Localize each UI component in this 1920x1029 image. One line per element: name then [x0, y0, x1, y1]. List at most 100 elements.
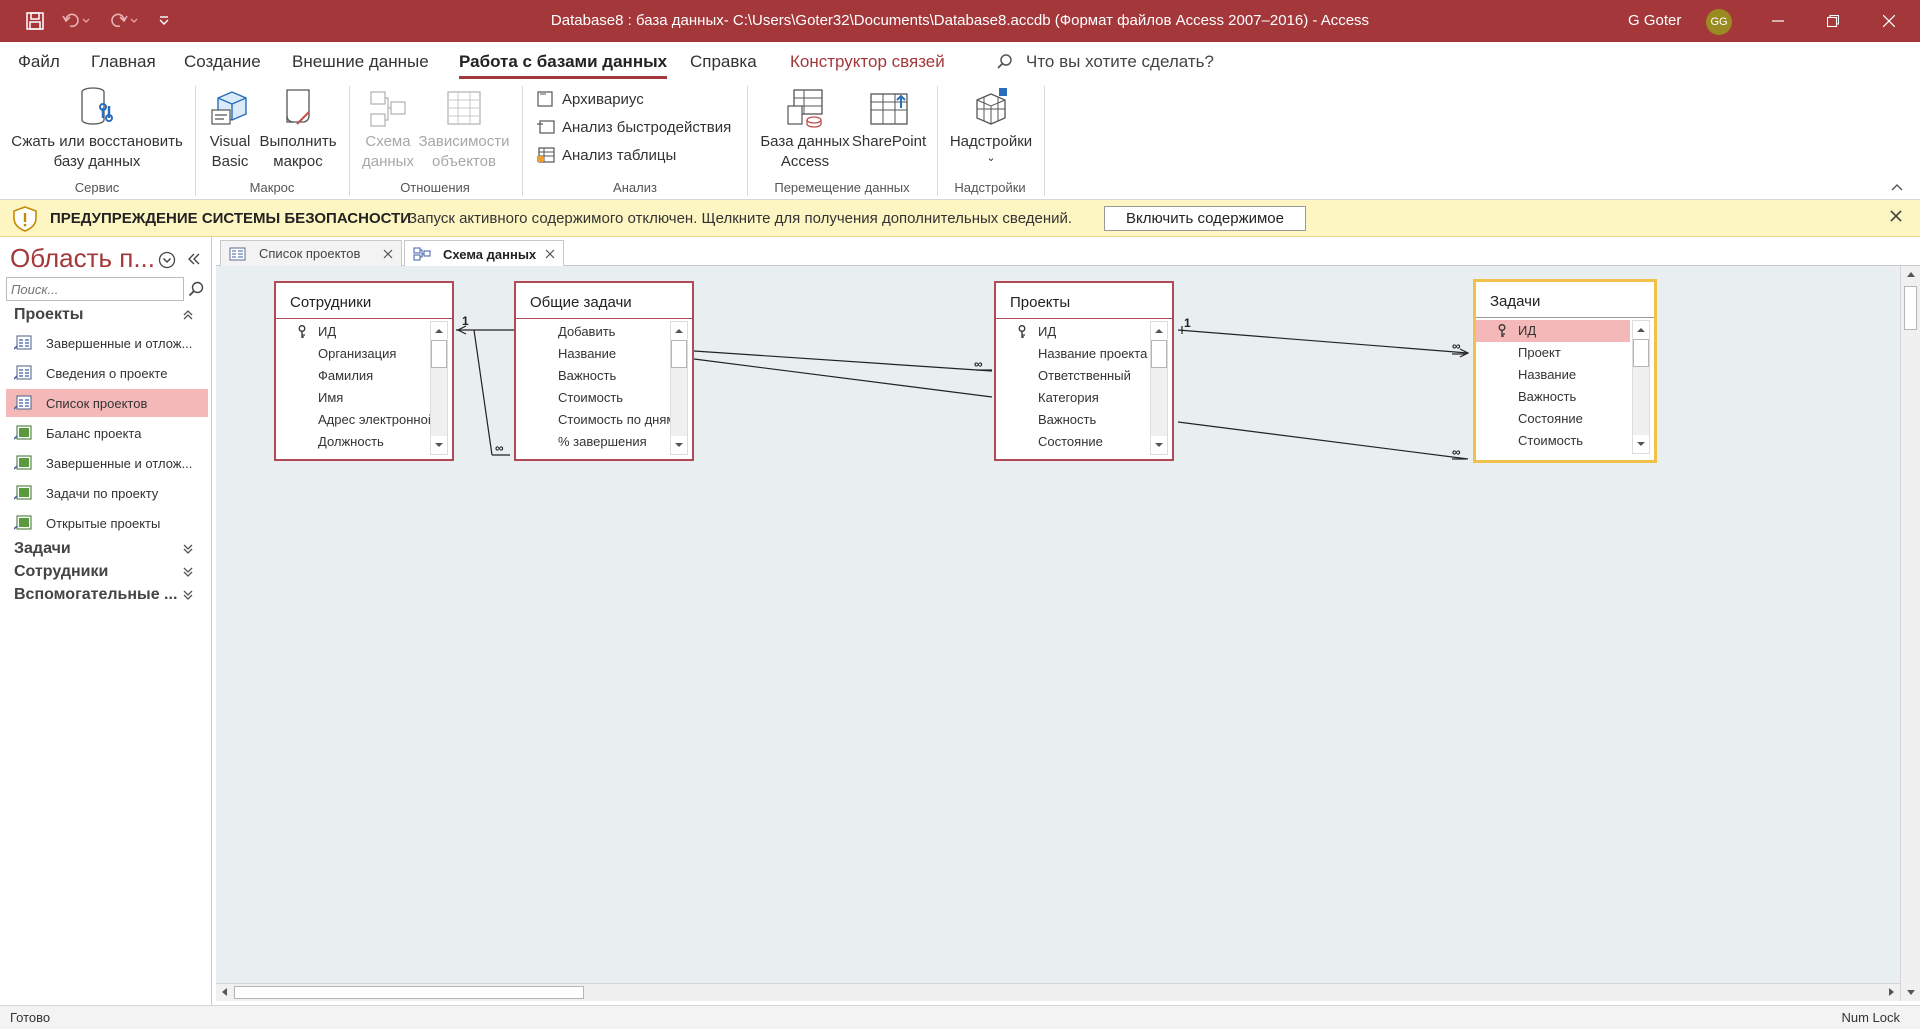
scroll-right-icon[interactable] — [1888, 987, 1896, 997]
nav-item-completed-deferred-report[interactable]: Завершенные и отлож... — [6, 449, 208, 477]
field-row[interactable]: Ответственный — [996, 365, 1150, 387]
field-row[interactable]: ИД — [276, 321, 430, 343]
nav-item-project-list-form[interactable]: Список проектов — [6, 389, 208, 417]
chevron-down-icon[interactable] — [182, 589, 194, 601]
security-message[interactable]: Запуск активного содержимого отключен. Щ… — [408, 200, 1072, 237]
nav-item-tasks-by-project-report[interactable]: Задачи по проекту — [6, 479, 208, 507]
security-warning-bar[interactable]: ПРЕДУПРЕЖДЕНИЕ СИСТЕМЫ БЕЗОПАСНОСТИ Запу… — [0, 200, 1920, 237]
scroll-up-icon[interactable] — [431, 322, 447, 340]
minimize-icon[interactable] — [1755, 0, 1801, 42]
scroll-left-icon[interactable] — [220, 987, 228, 997]
field-row[interactable]: Имя — [276, 387, 430, 409]
nav-group-tasks[interactable]: Задачи — [14, 540, 71, 558]
scroll-thumb[interactable] — [234, 986, 584, 999]
chevron-down-icon[interactable] — [182, 566, 194, 578]
field-row[interactable]: Название — [516, 343, 670, 365]
nav-group-employees[interactable]: Сотрудники — [14, 563, 108, 581]
field-scrollbar[interactable] — [1632, 320, 1650, 454]
doc-tab-project-list[interactable]: Список проектов — [220, 240, 402, 266]
table-title[interactable]: Задачи — [1476, 286, 1654, 318]
scroll-up-icon[interactable] — [1633, 321, 1649, 339]
scroll-down-icon[interactable] — [1633, 435, 1649, 453]
redo-icon[interactable] — [104, 0, 144, 42]
field-row[interactable]: Важность — [996, 409, 1150, 431]
field-row[interactable]: Проект — [1476, 342, 1630, 364]
sharepoint-button[interactable]: SharePoint — [852, 86, 926, 152]
doc-tab-relationships[interactable]: Схема данных — [404, 240, 564, 267]
chevron-down-icon[interactable] — [182, 543, 194, 555]
nav-item-project-balance-report[interactable]: Баланс проекта — [6, 419, 208, 447]
table-employees[interactable]: Сотрудники ИД Организация Фамилия Имя Ад… — [274, 281, 454, 461]
field-row[interactable]: Стоимость — [516, 387, 670, 409]
field-row[interactable]: Важность — [516, 365, 670, 387]
scroll-thumb[interactable] — [671, 340, 687, 368]
field-row[interactable]: ИД — [996, 321, 1150, 343]
relationship-line[interactable] — [693, 358, 993, 398]
documenter-button[interactable]: Архивариус — [536, 90, 644, 108]
avatar[interactable]: GG — [1706, 9, 1732, 35]
scroll-thumb[interactable] — [1633, 339, 1649, 367]
addins-button[interactable]: Надстройки ⌄ — [946, 86, 1036, 164]
scroll-down-icon[interactable] — [671, 436, 687, 454]
save-icon[interactable] — [18, 0, 52, 42]
nav-group-projects[interactable]: Проекты — [14, 306, 83, 324]
nav-group-auxiliary[interactable]: Вспомогательные ... — [14, 586, 177, 604]
field-row[interactable]: Фамилия — [276, 365, 430, 387]
user-name[interactable]: G Goter — [1628, 0, 1681, 42]
field-row[interactable]: Категория — [996, 387, 1150, 409]
tab-file[interactable]: Файл — [18, 42, 60, 82]
scroll-up-icon[interactable] — [671, 322, 687, 340]
field-row[interactable]: Название проекта — [996, 343, 1150, 365]
scroll-thumb[interactable] — [1151, 340, 1167, 368]
relationship-line[interactable] — [473, 329, 493, 456]
field-row[interactable]: ИД — [1476, 320, 1630, 342]
close-tab-icon[interactable] — [383, 249, 393, 259]
customize-qat-icon[interactable] — [152, 0, 176, 42]
table-title[interactable]: Сотрудники — [276, 287, 452, 319]
close-icon[interactable] — [1890, 210, 1902, 222]
field-scrollbar[interactable] — [430, 321, 448, 455]
relationship-line[interactable] — [1177, 421, 1469, 460]
horizontal-scrollbar[interactable] — [216, 983, 1900, 1001]
field-row[interactable]: Название — [1476, 364, 1630, 386]
field-row[interactable]: Стоимость — [1476, 430, 1630, 452]
table-projects[interactable]: Проекты ИД Название проекта Ответственны… — [994, 281, 1174, 461]
field-row[interactable]: Стоимость по дням — [516, 409, 670, 431]
field-row[interactable]: Адрес электронной — [276, 409, 430, 431]
table-title[interactable]: Общие задачи — [516, 287, 692, 319]
nav-search-input[interactable] — [6, 277, 184, 301]
table-tasks[interactable]: Задачи ИД Проект Название Важность Состо… — [1473, 279, 1657, 463]
enable-content-button[interactable]: Включить содержимое — [1104, 206, 1306, 231]
field-row[interactable]: Важность — [1476, 386, 1630, 408]
restore-icon[interactable] — [1810, 0, 1856, 42]
nav-item-open-projects-report[interactable]: Открытые проекты — [6, 509, 208, 537]
relationships-canvas[interactable]: 1 ∞ ∞ 1 ∞ ∞ Сотрудники ИД Организация Фа… — [216, 266, 1900, 983]
performance-analyzer-button[interactable]: Анализ быстродействия — [536, 118, 731, 136]
tab-relationship-design[interactable]: Конструктор связей — [790, 42, 945, 82]
field-row[interactable]: % завершения — [516, 431, 670, 453]
chevron-up-icon[interactable] — [182, 309, 194, 321]
collapse-ribbon-icon[interactable] — [1890, 182, 1904, 192]
vertical-scrollbar[interactable] — [1900, 266, 1920, 1001]
relationship-line[interactable] — [1177, 329, 1469, 354]
table-analyzer-button[interactable]: Анализ таблицы — [536, 146, 676, 164]
table-title[interactable]: Проекты — [996, 287, 1172, 319]
relationships-button[interactable]: Схема данных — [360, 86, 416, 172]
nav-menu-icon[interactable] — [158, 251, 176, 269]
search-icon[interactable] — [184, 277, 208, 301]
nav-pane-title[interactable]: Область п... — [10, 243, 155, 274]
scroll-thumb[interactable] — [431, 340, 447, 368]
access-database-button[interactable]: База данных Access — [758, 86, 852, 172]
nav-item-project-details-form[interactable]: Сведения о проекте — [6, 359, 208, 387]
tab-help[interactable]: Справка — [690, 42, 757, 82]
tab-external-data[interactable]: Внешние данные — [292, 42, 429, 82]
scroll-down-icon[interactable] — [1151, 436, 1167, 454]
field-scrollbar[interactable] — [1150, 321, 1168, 455]
close-icon[interactable] — [1866, 0, 1912, 42]
object-dependencies-button[interactable]: Зависимости объектов — [416, 86, 512, 172]
scroll-up-icon[interactable] — [1151, 322, 1167, 340]
scroll-down-icon[interactable] — [1906, 989, 1916, 997]
tab-home[interactable]: Главная — [91, 42, 156, 82]
close-tab-icon[interactable] — [545, 249, 555, 259]
scroll-thumb[interactable] — [1904, 286, 1917, 330]
